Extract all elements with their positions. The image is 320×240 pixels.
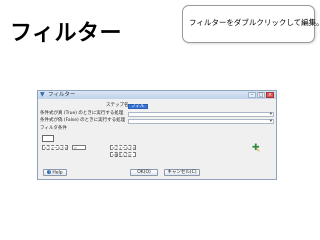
left-value-field[interactable]: <フィールド> (42, 145, 68, 150)
dialog-titlebar[interactable]: ▼ フィルター – □ × (38, 91, 276, 99)
true-step-select[interactable]: ▾ (128, 112, 274, 117)
minimize-icon[interactable]: – (248, 92, 256, 98)
false-step-select[interactable]: ▾ (128, 119, 274, 124)
step-name-label: ステップ名 (106, 103, 129, 108)
ok-button[interactable]: OK(O) (130, 169, 158, 176)
operator-field[interactable]: = (72, 145, 86, 150)
filter-condition-label: フィルタ条件 (40, 126, 67, 131)
true-condition-label: 条件式が真 (True) のときに実行する処理 (40, 111, 124, 116)
right-constant-field[interactable]: <値を入力> (110, 152, 136, 157)
callout-text: フィルターをダブルクリックして編集。 (189, 18, 320, 27)
cancel-button[interactable]: キャンセル(C) (164, 169, 200, 176)
chevron-down-icon: ▾ (269, 119, 272, 124)
filter-dialog: ▼ フィルター – □ × ステップ名 フィルター 条件式が真 (True) の… (37, 90, 277, 180)
close-icon[interactable]: × (266, 92, 274, 98)
ok-button-label: OK(O) (137, 170, 151, 175)
right-value-field[interactable]: <フィールド> (110, 145, 136, 150)
false-condition-label: 条件式が偽 (False) のときに実行する処理 (40, 118, 126, 123)
slide-title: フィルター (10, 21, 123, 46)
help-button-label: Help (52, 170, 63, 176)
window-controls: – □ × (248, 92, 274, 98)
help-icon: ? (47, 170, 52, 174)
maximize-icon[interactable]: □ (257, 92, 265, 98)
edit-condition-icon[interactable]: ✎ (256, 149, 260, 154)
dialog-title: フィルター (48, 92, 76, 98)
filter-icon: ▼ (40, 91, 45, 98)
step-name-input[interactable]: フィルター (128, 104, 148, 115)
help-button[interactable]: ? Help (43, 169, 67, 176)
cancel-button-label: キャンセル(C) (167, 170, 197, 175)
chevron-down-icon: ▾ (269, 112, 272, 117)
condition-box[interactable] (42, 135, 54, 142)
callout-box: フィルターをダブルクリックして編集。 (182, 5, 320, 43)
